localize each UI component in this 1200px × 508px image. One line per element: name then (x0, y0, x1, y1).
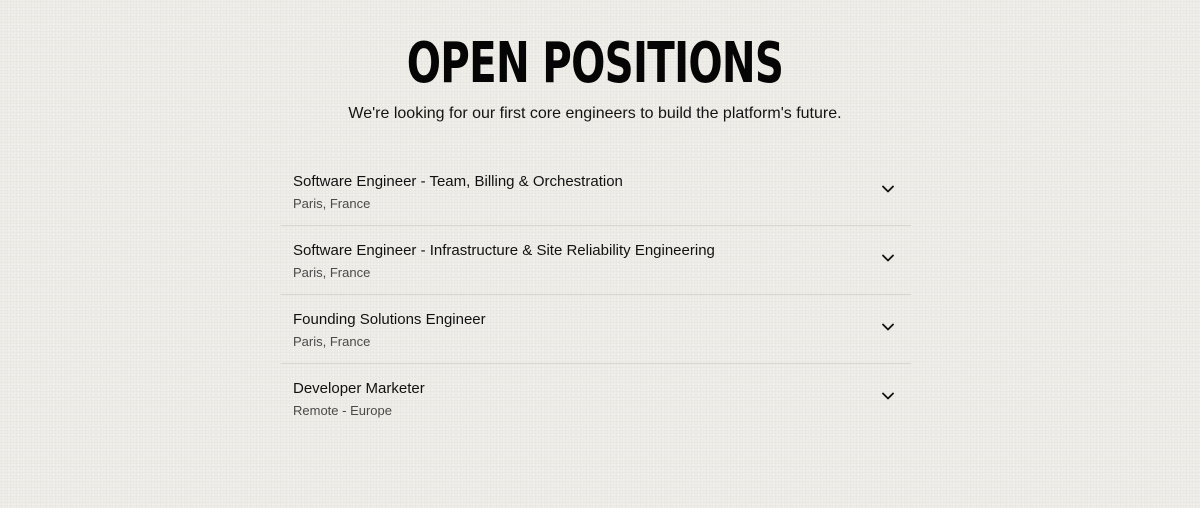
job-item-team-billing[interactable]: Software Engineer - Team, Billing & Orch… (281, 157, 911, 226)
job-title: Software Engineer - Team, Billing & Orch… (293, 173, 623, 190)
job-item-founding-solutions[interactable]: Founding Solutions Engineer Paris, Franc… (281, 295, 911, 364)
job-title: Developer Marketer (293, 380, 425, 397)
job-location: Paris, France (293, 334, 371, 349)
job-item-developer-marketer[interactable]: Developer Marketer Remote - Europe (281, 364, 911, 433)
chevron-down-icon[interactable] (881, 322, 895, 332)
job-item-infrastructure-sre[interactable]: Software Engineer - Infrastructure & Sit… (281, 226, 911, 295)
job-location: Paris, France (293, 196, 371, 211)
chevron-down-icon[interactable] (881, 391, 895, 401)
page-subtitle: We're looking for our first core enginee… (348, 105, 842, 122)
positions-list: Software Engineer - Team, Billing & Orch… (281, 157, 911, 433)
job-location: Remote - Europe (293, 403, 392, 418)
job-location: Paris, France (293, 265, 371, 280)
chevron-down-icon[interactable] (881, 253, 895, 263)
chevron-down-icon[interactable] (881, 184, 895, 194)
careers-page: OPEN POSITIONS We're looking for our fir… (0, 0, 1200, 508)
job-title: Founding Solutions Engineer (293, 311, 486, 328)
page-title: OPEN POSITIONS (406, 31, 784, 96)
job-title: Software Engineer - Infrastructure & Sit… (293, 242, 715, 259)
